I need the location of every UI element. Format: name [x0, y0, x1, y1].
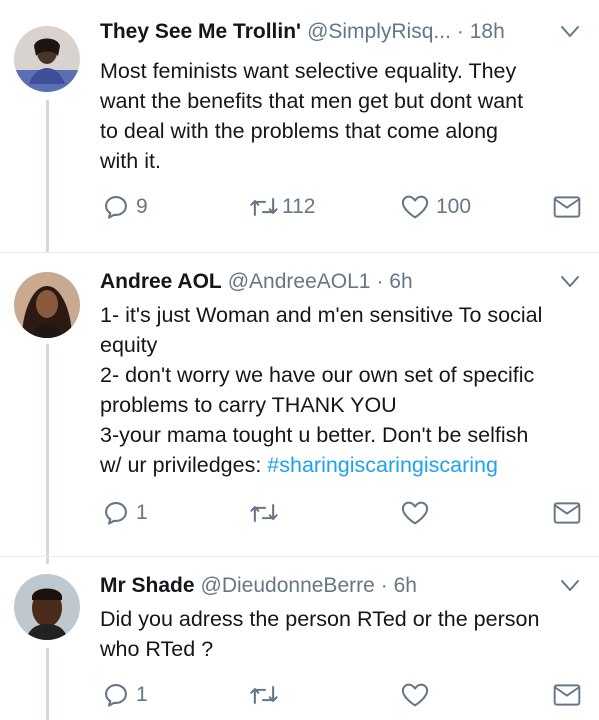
tweet-text-line: 1- it's just Woman and m'en sensitive To…: [100, 303, 543, 327]
tweet-text-line: Most feminists want selective equality. …: [100, 59, 517, 83]
like-icon: [400, 499, 430, 527]
author-handle[interactable]: @SimplyRisq...: [307, 18, 451, 46]
tweet[interactable]: They See Me Trollin' @SimplyRisq... · 18…: [0, 18, 599, 246]
tweet-text-line: 3-your mama tought u better. Don't be se…: [100, 423, 529, 447]
tweet[interactable]: Andree AOL @AndreeAOL1 · 6h 1- it's just…: [0, 268, 599, 544]
tweet-text-line: problems to carry THANK YOU: [100, 393, 397, 417]
chevron-down-icon[interactable]: [559, 578, 581, 594]
retweet-button[interactable]: [248, 680, 280, 710]
retweet-icon: [248, 681, 280, 709]
tweet-header: They See Me Trollin' @SimplyRisq... · 18…: [100, 18, 579, 46]
avatar[interactable]: [14, 574, 80, 640]
like-icon: [400, 193, 430, 221]
tweet-actions: 9 112 100: [100, 192, 590, 222]
retweet-icon: [248, 499, 280, 527]
retweet-button[interactable]: 112: [248, 192, 315, 222]
hashtag-link[interactable]: #sharingiscaringiscaring: [267, 453, 498, 477]
timestamp[interactable]: · 6h: [381, 572, 417, 600]
reply-count: 1: [136, 501, 148, 524]
avatar[interactable]: [14, 272, 80, 338]
reply-button[interactable]: 1: [102, 680, 148, 710]
tweet-text-line: with it.: [100, 149, 161, 173]
dm-icon: [552, 193, 582, 221]
reply-count: 1: [136, 683, 148, 706]
dm-icon: [552, 499, 582, 527]
dm-button[interactable]: [552, 498, 582, 528]
dm-icon: [552, 681, 582, 709]
author-name[interactable]: Mr Shade: [100, 572, 195, 600]
tweet-text: Most feminists want selective equality. …: [100, 56, 580, 176]
tweet-text: 1- it's just Woman and m'en sensitive To…: [100, 300, 580, 480]
tweet-text: Did you adress the person RTed or the pe…: [100, 604, 580, 664]
tweet-text-line: to deal with the problems that come alon…: [100, 119, 498, 143]
tweet-text-line: who RTed ?: [100, 637, 214, 661]
chevron-down-icon[interactable]: [559, 24, 581, 40]
dm-button[interactable]: [552, 192, 582, 222]
author-name[interactable]: They See Me Trollin': [100, 18, 301, 46]
retweet-count: 112: [282, 195, 316, 218]
like-button[interactable]: 100: [400, 192, 471, 222]
author-name[interactable]: Andree AOL: [100, 268, 222, 296]
like-button[interactable]: [400, 498, 430, 528]
tweet-text-line: w/ ur priviledges: #sharingiscaringiscar…: [100, 450, 580, 480]
tweet-text-fragment: w/ ur priviledges:: [100, 453, 268, 477]
avatar[interactable]: [14, 26, 80, 92]
reply-icon: [102, 193, 130, 221]
reply-button[interactable]: 1: [102, 498, 148, 528]
dm-button[interactable]: [552, 680, 582, 710]
reply-icon: [102, 681, 130, 709]
reply-count: 9: [136, 195, 148, 218]
reply-button[interactable]: 9: [102, 192, 148, 222]
tweet-actions: 1: [100, 498, 590, 528]
author-handle[interactable]: @DieudonneBerre: [201, 572, 375, 600]
like-button[interactable]: [400, 680, 430, 710]
retweet-icon: [248, 193, 280, 221]
reply-icon: [102, 499, 130, 527]
chevron-down-icon[interactable]: [559, 274, 581, 290]
divider: [0, 556, 599, 557]
timestamp[interactable]: · 18h: [457, 18, 505, 46]
like-icon: [400, 681, 430, 709]
tweet-header: Mr Shade @DieudonneBerre · 6h: [100, 572, 579, 600]
retweet-button[interactable]: [248, 498, 280, 528]
author-handle[interactable]: @AndreeAOL1: [228, 268, 371, 296]
divider: [0, 252, 599, 253]
tweet-text-line: Did you adress the person RTed or the pe…: [100, 607, 540, 631]
tweet[interactable]: Mr Shade @DieudonneBerre · 6h Did you ad…: [0, 572, 599, 720]
tweet-text-line: equity: [100, 333, 158, 357]
tweet-header: Andree AOL @AndreeAOL1 · 6h: [100, 268, 579, 296]
tweet-actions: 1: [100, 680, 590, 710]
tweet-text-line: 2- don't worry we have our own set of sp…: [100, 363, 535, 387]
like-count: 100: [436, 195, 472, 218]
timestamp[interactable]: · 6h: [376, 268, 412, 296]
tweet-text-line: want the benefits that men get but dont …: [100, 89, 524, 113]
